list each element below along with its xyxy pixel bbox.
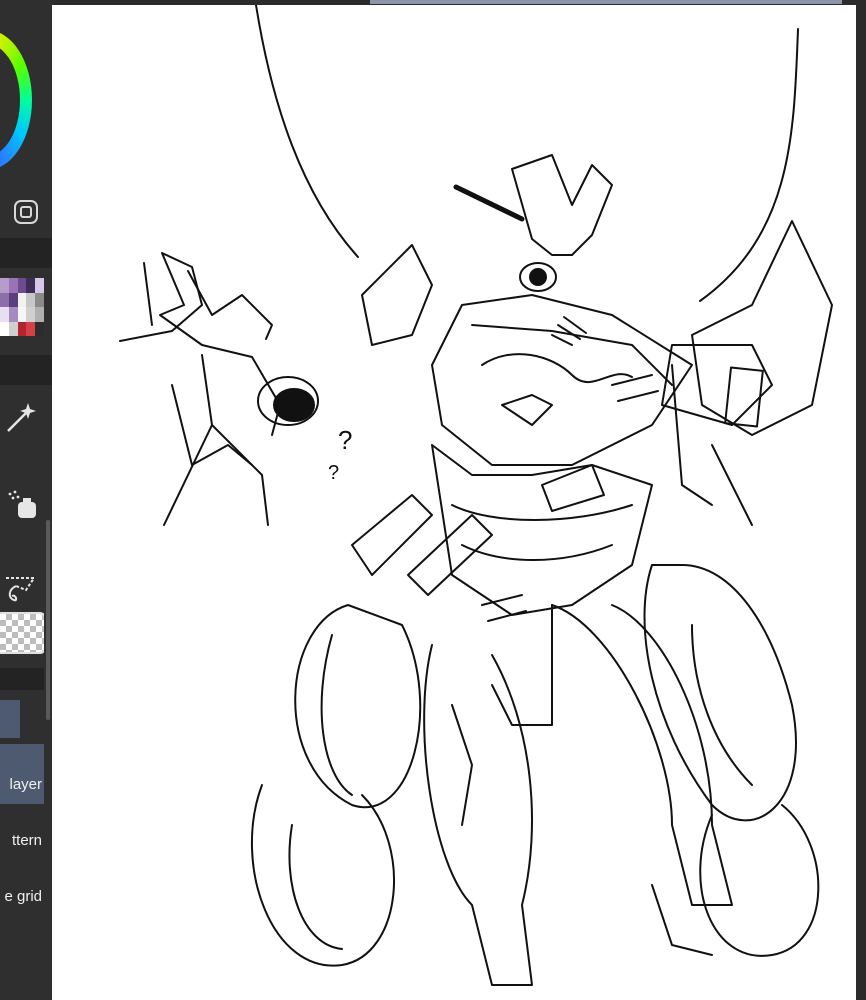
- palette-swatch[interactable]: [17, 292, 27, 307]
- svg-text:?: ?: [338, 425, 352, 455]
- robot-sketch: ? ?: [119, 5, 833, 986]
- spray-icon[interactable]: [4, 488, 38, 522]
- panel-scrollbar-thumb[interactable]: [46, 520, 50, 720]
- left-tool-panel: layer ttern e grid: [0, 0, 52, 1000]
- panel-divider: [0, 355, 52, 385]
- palette-swatch[interactable]: [0, 292, 9, 307]
- palette-swatch[interactable]: [8, 321, 18, 336]
- add-layer-row[interactable]: [0, 744, 44, 804]
- palette-swatch[interactable]: [8, 292, 18, 307]
- add-layer-menu-item[interactable]: layer: [9, 776, 42, 793]
- palette-swatch[interactable]: [26, 307, 36, 322]
- magic-wand-icon[interactable]: [4, 400, 38, 434]
- svg-text:?: ?: [328, 462, 339, 484]
- palette-swatch[interactable]: [35, 307, 44, 322]
- window-edge: [856, 0, 866, 1000]
- palette-swatch[interactable]: [17, 307, 27, 322]
- palette-swatch[interactable]: [26, 321, 36, 336]
- pattern-menu-item[interactable]: ttern: [12, 832, 42, 849]
- lasso-icon[interactable]: [2, 572, 38, 606]
- panel-divider: [0, 238, 52, 268]
- transparency-icon[interactable]: [0, 612, 46, 654]
- palette-swatch[interactable]: [17, 321, 27, 336]
- palette-swatch[interactable]: [0, 278, 9, 293]
- palette-swatch[interactable]: [26, 292, 36, 307]
- wheel-mode-toggle-icon[interactable]: [14, 200, 38, 224]
- color-palette[interactable]: [0, 278, 44, 336]
- palette-swatch[interactable]: [0, 307, 9, 322]
- palette-swatch[interactable]: [26, 278, 36, 293]
- drawing-canvas[interactable]: ? ?: [52, 5, 856, 1000]
- layer-thumbnail[interactable]: [0, 700, 20, 738]
- palette-swatch[interactable]: [8, 278, 18, 293]
- top-bar-indicator: [370, 0, 842, 4]
- palette-swatch[interactable]: [35, 278, 44, 293]
- grid-menu-item[interactable]: e grid: [4, 888, 42, 905]
- color-wheel-icon[interactable]: [0, 30, 32, 170]
- palette-swatch[interactable]: [8, 307, 18, 322]
- palette-swatch[interactable]: [35, 321, 44, 336]
- palette-swatch[interactable]: [17, 278, 27, 293]
- palette-swatch[interactable]: [35, 292, 44, 307]
- palette-swatch[interactable]: [0, 321, 9, 336]
